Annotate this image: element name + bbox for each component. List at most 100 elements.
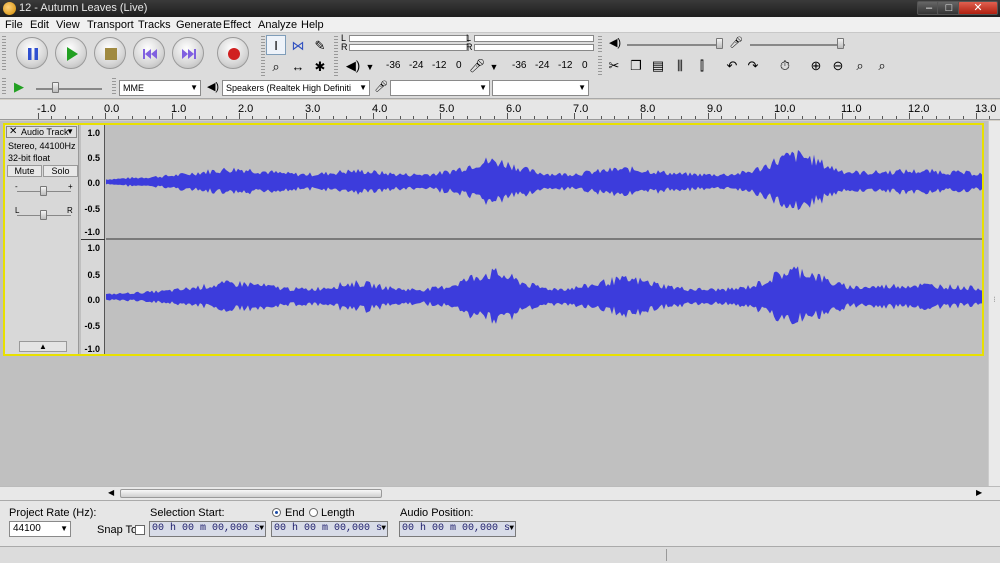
- snap-to-checkbox[interactable]: [135, 525, 145, 535]
- ruler-tick: [507, 113, 508, 119]
- envelope-icon: ⋈: [291, 38, 305, 53]
- chevron-down-icon[interactable]: ▼: [484, 58, 504, 78]
- scroll-left-icon[interactable]: ◀: [108, 488, 114, 497]
- audio-track[interactable]: ✕ Audio Track ▼ Stereo, 44100Hz 32-bit f…: [3, 123, 984, 356]
- amplitude-scale[interactable]: 1.0 0.5 0.0 -0.5 -1.0 1.0 0.5 0.0 -0.5 -…: [81, 125, 105, 354]
- skip-to-start-button[interactable]: [133, 37, 165, 69]
- stop-button[interactable]: [94, 37, 126, 69]
- menu-effect[interactable]: Effect: [223, 19, 251, 31]
- undo-icon[interactable]: ↶: [722, 56, 742, 76]
- length-label: Length: [321, 507, 355, 519]
- trim-icon[interactable]: ⫼: [670, 56, 690, 76]
- close-button[interactable]: ✕: [958, 1, 998, 15]
- mute-button[interactable]: Mute: [7, 165, 42, 177]
- scale-label: 1.0: [87, 243, 100, 253]
- toolbar-grip[interactable]: [2, 36, 6, 72]
- menu-help[interactable]: Help: [301, 19, 324, 31]
- output-device-select[interactable]: Speakers (Realtek High Definiti ▼: [222, 80, 370, 96]
- input-channels-select[interactable]: ▼: [492, 80, 589, 96]
- ruler-tick-label: 11.0: [841, 103, 862, 115]
- ruler-tick: [306, 113, 307, 119]
- toolbar-grip[interactable]: [334, 36, 338, 76]
- redo-icon[interactable]: ↷: [743, 56, 763, 76]
- waveform-display[interactable]: [106, 125, 982, 354]
- end-radio[interactable]: [272, 508, 281, 517]
- horizontal-scrollbar[interactable]: ◀ ▶: [0, 486, 1000, 500]
- zoom-tool[interactable]: ⌕: [266, 56, 286, 76]
- input-device-select[interactable]: ▼: [390, 80, 490, 96]
- meter-scale-36: -36: [512, 60, 527, 71]
- track-name-menu[interactable]: ✕ Audio Track ▼: [6, 126, 77, 138]
- time-shift-tool[interactable]: ↔: [288, 56, 308, 76]
- meter-scale-12: -12: [558, 60, 573, 71]
- menu-view[interactable]: View: [56, 19, 80, 31]
- ruler-minor-tick: [279, 116, 281, 119]
- input-volume-thumb[interactable]: [837, 38, 844, 49]
- audacity-app-icon: [3, 2, 16, 15]
- meter-left-bar: [474, 35, 594, 42]
- ruler-minor-tick: [399, 116, 401, 119]
- collapse-track-button[interactable]: ▲: [19, 341, 67, 352]
- menu-analyze[interactable]: Analyze: [258, 19, 297, 31]
- audio-host-select[interactable]: MME ▼: [119, 80, 201, 96]
- selection-start-time[interactable]: 00 h 00 m 00,000 s ▼: [149, 521, 266, 537]
- toolbar-grip[interactable]: [2, 78, 6, 96]
- zoom-in-icon[interactable]: ⊕: [806, 56, 826, 76]
- selection-end-time[interactable]: 00 h 00 m 00,000 s ▼: [271, 521, 388, 537]
- length-radio[interactable]: [309, 508, 318, 517]
- sync-lock-icon[interactable]: ⏱: [775, 56, 795, 76]
- chevron-down-icon[interactable]: ▼: [360, 58, 380, 78]
- toolbar-grip[interactable]: [112, 78, 116, 96]
- gain-thumb[interactable]: [40, 186, 47, 196]
- solo-button[interactable]: Solo: [43, 165, 78, 177]
- ruler-minor-tick: [681, 116, 683, 119]
- play-speed-thumb[interactable]: [52, 82, 59, 93]
- record-button[interactable]: [217, 37, 249, 69]
- draw-tool[interactable]: ✎: [310, 35, 330, 55]
- play-speed-slider[interactable]: [36, 88, 102, 90]
- audio-host-value: MME: [123, 83, 144, 93]
- copy-icon[interactable]: ❐: [626, 56, 646, 76]
- silence-icon[interactable]: ⫿: [692, 56, 712, 76]
- fit-selection-icon[interactable]: ⌕: [850, 56, 870, 76]
- cut-icon[interactable]: ✂: [604, 56, 624, 76]
- menu-tracks[interactable]: Tracks: [138, 19, 171, 31]
- chevron-down-icon: ▼: [359, 83, 367, 92]
- pan-right-label: R: [67, 206, 73, 215]
- play-at-speed-icon[interactable]: ▶: [9, 77, 29, 97]
- close-track-icon[interactable]: ✕: [9, 127, 17, 137]
- output-volume-thumb[interactable]: [716, 38, 723, 49]
- fit-project-icon[interactable]: ⌕: [872, 56, 892, 76]
- ruler-minor-tick: [212, 116, 214, 119]
- play-button[interactable]: [55, 37, 87, 69]
- toolbar-grip[interactable]: [598, 36, 602, 52]
- input-volume-slider[interactable]: [750, 44, 845, 46]
- menu-edit[interactable]: Edit: [30, 19, 49, 31]
- skip-to-end-button[interactable]: [172, 37, 204, 69]
- menu-file[interactable]: File: [5, 19, 23, 31]
- toolbar-grip[interactable]: [261, 36, 265, 76]
- asterisk-icon: ✱: [314, 59, 326, 74]
- output-volume-slider[interactable]: [627, 44, 723, 46]
- toolbar-grip[interactable]: [598, 56, 602, 76]
- track-area[interactable]: ✕ Audio Track ▼ Stereo, 44100Hz 32-bit f…: [0, 121, 988, 486]
- multi-tool[interactable]: ✱: [310, 56, 330, 76]
- vertical-scrollbar[interactable]: ⫶: [988, 121, 1000, 486]
- menu-generate[interactable]: Generate: [176, 19, 222, 31]
- pan-thumb[interactable]: [40, 210, 47, 220]
- menu-transport[interactable]: Transport: [87, 19, 134, 31]
- ruler-tick-label: 1.0: [171, 103, 187, 115]
- project-rate-select[interactable]: 44100 ▼: [9, 521, 71, 537]
- ruler-tick: [842, 113, 843, 119]
- paste-icon[interactable]: ▤: [648, 56, 668, 76]
- ruler-tick: [641, 113, 642, 119]
- horizontal-scrollbar-thumb[interactable]: [120, 489, 382, 498]
- envelope-tool[interactable]: ⋈: [288, 35, 308, 55]
- selection-tool[interactable]: I: [266, 35, 286, 55]
- zoom-out-icon[interactable]: ⊖: [828, 56, 848, 76]
- ruler-minor-tick: [761, 116, 763, 119]
- pause-button[interactable]: [16, 37, 48, 69]
- scroll-right-icon[interactable]: ▶: [976, 488, 982, 497]
- audio-position-time[interactable]: 00 h 00 m 00,000 s ▼: [399, 521, 516, 537]
- timeline-ruler[interactable]: -1.0 0.0 1.0 2.0 3.0 4.0 5.0 6.0 7.0 8.0 9.0 10.0 11…: [0, 100, 1000, 120]
